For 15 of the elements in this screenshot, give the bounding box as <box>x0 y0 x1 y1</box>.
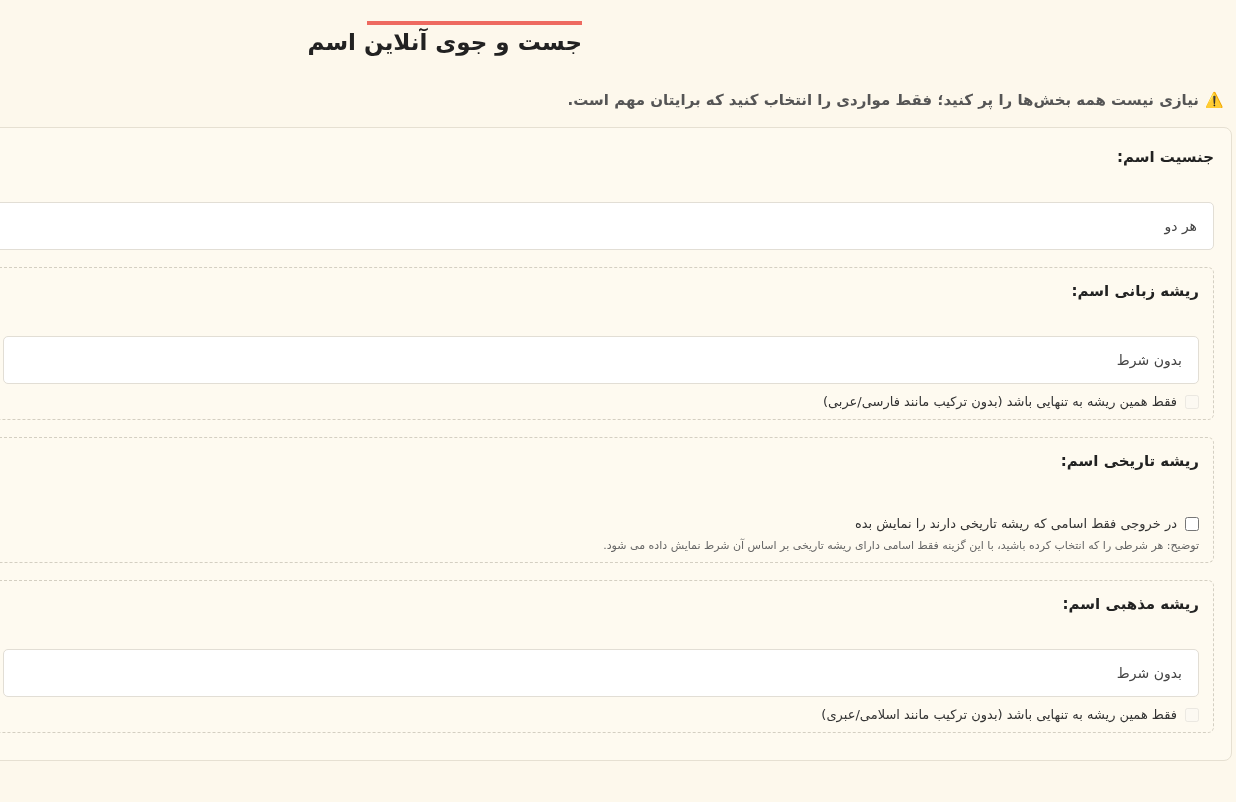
section-label: ریشه زبانی اسم: <box>1070 282 1199 300</box>
section-label: ریشه تاریخی اسم: <box>1059 452 1199 470</box>
page-title: جست و جوی آنلاین اسم <box>307 29 582 55</box>
checkbox-label: در خروجی فقط اسامی که ریشه تاریخی دارند را نمایش بده <box>854 516 1177 531</box>
notice-text: نیازی نیست همه بخش‌ها را پر کنید؛ فقط مواردی را انتخاب کنید که برایتان مهم است. <box>567 91 1199 109</box>
hint-text: توضیح: هر شرطی را که انتخاب کرده باشید، با این گزینه فقط اسامی دارای ریشه تاریخی بر اساس آن شرط نمایش داده می شود. <box>602 539 1199 552</box>
checkbox-label: فقط همین ریشه به تنهایی باشد (بدون ترکیب مانند فارسی/عربی) <box>822 394 1177 409</box>
checkbox-label: فقط همین ریشه به تنهایی باشد (بدون ترکیب مانند اسلامی/عبری) <box>821 707 1177 722</box>
checkbox[interactable] <box>1185 516 1199 531</box>
select-field[interactable]: بدون شرط <box>3 649 1199 697</box>
select-field[interactable]: هر دو <box>0 202 1214 250</box>
section-label: ریشه مذهبی اسم: <box>1061 595 1199 613</box>
section-label: جنسیت اسم: <box>1115 148 1214 166</box>
warning-icon: ⚠ <box>1205 91 1224 109</box>
select-field[interactable]: بدون شرط <box>3 336 1199 384</box>
